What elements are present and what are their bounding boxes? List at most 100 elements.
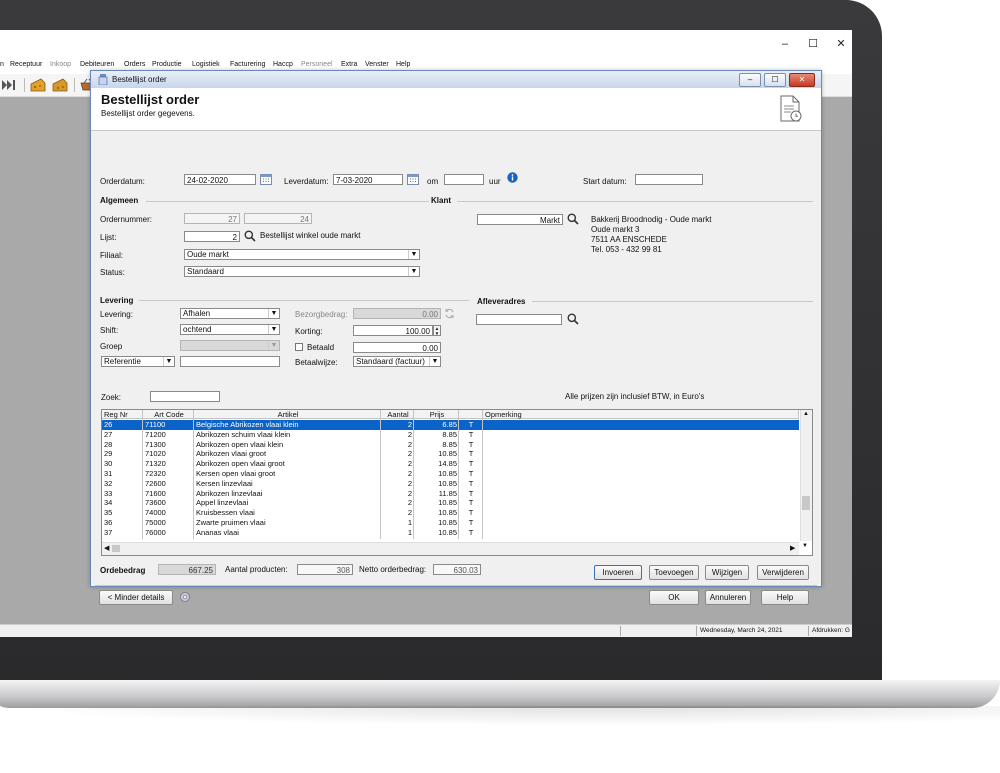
cell-opmerking [483, 489, 799, 499]
menu-item-productie[interactable]: Productie [152, 61, 182, 68]
filiaal-select[interactable]: Oude markt ▼ [184, 249, 420, 260]
table-row[interactable]: 30 71320 Abrikozen open vlaai groot 2 14.85 T [102, 459, 799, 469]
app-minimize-button[interactable]: – [778, 38, 792, 50]
table-row[interactable]: 33 71600 Abrikozen linzevlaai 2 11.85 T [102, 489, 799, 499]
afleveradres-input[interactable] [476, 314, 562, 325]
settings-gear-icon[interactable] [179, 591, 191, 605]
menu-item-help[interactable]: Help [396, 61, 410, 68]
betaalwijze-select[interactable]: Standaard (factuur) ▼ [353, 356, 441, 367]
info-icon[interactable] [507, 172, 518, 185]
klant-search-input[interactable]: Markt [477, 214, 563, 225]
column-header-opmerking[interactable]: Opmerking [483, 410, 799, 419]
cell-artcode: 75000 [145, 518, 166, 527]
scrollbar-thumb[interactable] [112, 545, 120, 552]
menu-item-personeel[interactable]: Personeel [301, 61, 333, 68]
scroll-up-icon[interactable]: ▲ [803, 411, 809, 417]
dialog-close-button[interactable]: ✕ [789, 73, 815, 87]
status-cell-empty [620, 626, 698, 636]
betaald-checkbox[interactable] [295, 343, 303, 351]
calendar-icon[interactable] [260, 173, 272, 187]
scrollbar-thumb[interactable] [802, 496, 810, 510]
leverdatum-input[interactable]: 7-03-2020 [333, 174, 403, 185]
search-icon[interactable] [244, 230, 256, 244]
cheese-icon[interactable] [30, 77, 46, 93]
cell-aantal: 1 [407, 527, 412, 537]
startdatum-input[interactable] [635, 174, 703, 185]
betaald-input[interactable]: 0.00 [353, 342, 441, 353]
table-row[interactable]: 36 75000 Zwarte pruimen vlaai 1 10.85 T [102, 518, 799, 528]
help-button[interactable]: Help [761, 590, 809, 605]
vertical-scrollbar[interactable]: ▲ [800, 410, 812, 541]
menu-item-venster[interactable]: Venster [365, 61, 389, 68]
column-divider [482, 419, 483, 539]
zoek-label: Zoek: [101, 393, 122, 402]
column-header-artikel[interactable]: Artikel [194, 410, 381, 419]
minder-details-button[interactable]: < Minder details [99, 590, 173, 605]
ok-button[interactable]: OK [649, 590, 699, 605]
cell-prijs: 10.85 [438, 449, 457, 459]
menu-item-logistiek[interactable]: Logistiek [192, 61, 220, 68]
menu-item-haccp[interactable]: Haccp [273, 61, 293, 68]
annuleren-button[interactable]: Annuleren [705, 590, 751, 605]
cell-regnr: 28 [104, 439, 113, 449]
table-row[interactable]: 37 76000 Ananas vlaai 1 10.85 T [102, 528, 799, 538]
app-maximize-button[interactable]: ☐ [806, 38, 820, 50]
scroll-left-icon[interactable]: ◀ [104, 544, 109, 552]
menu-item-orders[interactable]: Orders [124, 61, 145, 68]
toevoegen-button[interactable]: Toevoegen [649, 565, 699, 580]
cell-opmerking [483, 420, 799, 430]
wijzigen-button[interactable]: Wijzigen [705, 565, 749, 580]
horizontal-scrollbar[interactable]: ◀ ▶ [102, 542, 799, 555]
search-icon[interactable] [567, 213, 579, 227]
table-row[interactable]: 27 71200 Abrikozen schuim vlaai klein 2 8.85… [102, 430, 799, 440]
menu-item-facturering[interactable]: Facturering [230, 61, 265, 68]
table-row[interactable]: 26 71100 Belgische Abrikozen vlaai klein 2 6… [102, 420, 799, 430]
column-header-aantal[interactable]: Aantal [381, 410, 414, 419]
scroll-right-icon[interactable]: ▶ [790, 544, 795, 552]
dialog-bestellijst-order: Bestellijst order – ☐ ✕ Bestellijst orde… [90, 70, 822, 605]
menu-item-extra[interactable]: Extra [341, 61, 357, 68]
table-row[interactable]: 28 71300 Abrikozen open vlaai klein 2 8.85 T [102, 440, 799, 450]
lijst-input[interactable]: 2 [184, 231, 240, 242]
menu-item-debiteuren[interactable]: Debiteuren [80, 61, 114, 68]
scroll-down-icon[interactable]: ▼ [802, 543, 808, 549]
menu-item-inkoop[interactable]: Inkoop [50, 61, 71, 68]
cell-btw: T [468, 449, 474, 459]
dialog-minimize-button[interactable]: – [739, 73, 761, 87]
menu-item-receptuur[interactable]: Receptuur [10, 61, 42, 68]
zoek-input[interactable] [150, 391, 220, 402]
column-header-regnr[interactable]: Reg Nr [102, 410, 143, 419]
om-input[interactable] [444, 174, 484, 185]
search-icon[interactable] [567, 313, 579, 327]
korting-spinner[interactable]: ▲ ▼ [433, 325, 441, 336]
app-close-button[interactable]: ✕ [834, 38, 848, 50]
column-header-artcode[interactable]: Art Code [143, 410, 194, 419]
levering-select[interactable]: Afhalen ▼ [180, 308, 280, 319]
menu-item-truncated[interactable]: n [0, 61, 4, 68]
cheese-alt-icon[interactable] [52, 77, 68, 93]
table-row[interactable]: 29 71020 Abrikozen vlaai groot 2 10.85 T [102, 449, 799, 459]
invoeren-button[interactable]: Invoeren [594, 565, 642, 580]
table-row[interactable]: 32 72600 Kersen linzevlaai 2 10.85 T [102, 479, 799, 489]
orderdatum-input[interactable]: 24-02-2020 [184, 174, 256, 185]
cell-regnr: 26 [104, 420, 113, 429]
referentie-input[interactable] [180, 356, 280, 367]
dialog-maximize-button[interactable]: ☐ [764, 73, 786, 87]
cell-aantal: 2 [407, 420, 412, 429]
column-header-prijs[interactable]: Prijs [414, 410, 459, 419]
cell-aantal: 2 [407, 498, 412, 508]
dialog-titlebar: Bestellijst order – ☐ ✕ [91, 71, 821, 89]
referentie-select[interactable]: Referentie ▼ [101, 356, 175, 367]
calendar-icon[interactable] [407, 173, 419, 187]
column-header-btw[interactable] [459, 410, 483, 419]
skip-forward-icon[interactable] [2, 77, 18, 93]
table-row[interactable]: 35 74000 Kruisbessen vlaai 2 10.85 T [102, 508, 799, 518]
korting-input[interactable]: 100.00 [353, 325, 433, 336]
status-select[interactable]: Standaard ▼ [184, 266, 420, 277]
table-row[interactable]: 34 73600 Appel linzevlaai 2 10.85 T [102, 498, 799, 508]
levering-label: Levering: [100, 310, 133, 319]
cell-artcode: 74000 [145, 508, 166, 518]
table-row[interactable]: 31 72320 Kersen open vlaai groot 2 10.85 T [102, 469, 799, 479]
verwijderen-button[interactable]: Verwijderen [757, 565, 809, 580]
shift-select[interactable]: ochtend ▼ [180, 324, 280, 335]
